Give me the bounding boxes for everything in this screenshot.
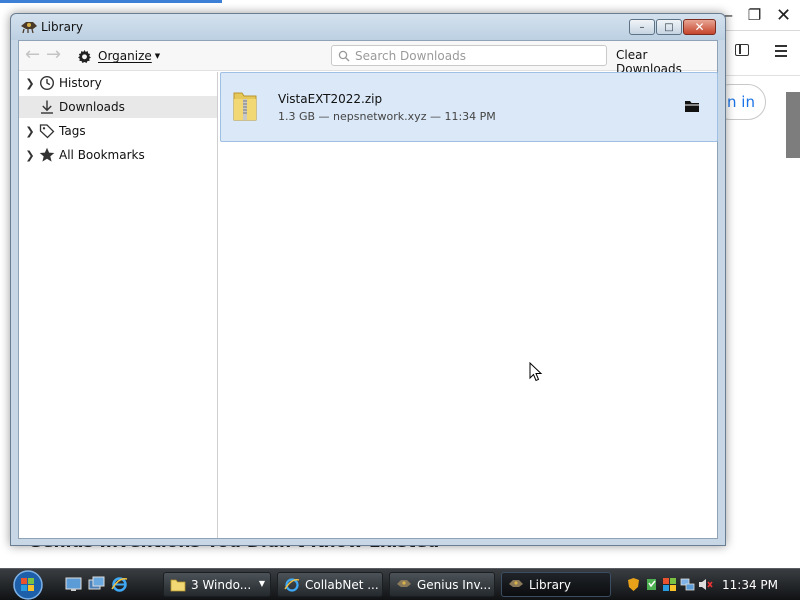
gear-icon — [78, 49, 91, 63]
volume-muted-icon[interactable] — [698, 577, 713, 592]
download-item[interactable]: VistaEXT2022.zip 1.3 GB — nepsnetwork.xy… — [220, 72, 718, 142]
library-title: Library — [41, 20, 83, 34]
library-window: Library – □ ✕ ← → Organize ▼ Search Down… — [10, 13, 726, 546]
system-clock[interactable]: 11:34 PM — [722, 578, 778, 592]
search-box[interactable] — [331, 45, 607, 66]
taskbar-button-label: CollabNet ... — [305, 577, 379, 592]
start-button-icon[interactable] — [6, 570, 50, 600]
safely-remove-hardware-icon[interactable] — [644, 577, 659, 592]
hamburger-menu-icon[interactable] — [775, 45, 787, 60]
expand-chevron-icon[interactable]: ❯ — [23, 125, 37, 138]
taskbar-button-label: Genius Inv... — [417, 577, 492, 592]
background-restore-button[interactable]: ❐ — [741, 3, 768, 27]
ie-icon[interactable] — [111, 576, 128, 593]
maximize-button[interactable]: □ — [656, 19, 682, 35]
library-sidebar: ❯ History Downloads ❯ Tags ❯ All Bookmar… — [19, 72, 218, 538]
mouse-cursor-icon — [529, 362, 543, 382]
search-downloads-input[interactable] — [355, 48, 595, 63]
background-scrollbar-thumb[interactable] — [786, 92, 800, 158]
taskbar-button-library[interactable]: Library — [501, 572, 611, 597]
organize-menu-button[interactable]: Organize ▼ — [77, 46, 160, 66]
sidebar-item-tags[interactable]: ❯ Tags — [19, 120, 217, 142]
search-icon — [338, 50, 350, 61]
tag-icon — [39, 123, 55, 139]
download-arrow-icon — [39, 99, 55, 115]
zip-folder-icon — [233, 92, 257, 121]
download-status: 1.3 GB — nepsnetwork.xyz — 11:34 PM — [278, 110, 496, 123]
caret-down-icon: ▼ — [154, 52, 161, 60]
caret-down-icon: ▼ — [258, 579, 265, 588]
open-folder-icon[interactable] — [684, 99, 700, 113]
close-button[interactable]: ✕ — [683, 19, 716, 35]
sidebar-item-label: History — [59, 76, 102, 90]
taskbar-button-label: 3 Windo... — [191, 577, 252, 592]
background-tab-highlight — [0, 0, 222, 3]
firefox-icon — [509, 579, 523, 587]
sidebar-item-label: Downloads — [59, 100, 125, 114]
folder-icon — [170, 579, 186, 591]
show-desktop-icon[interactable] — [65, 576, 82, 593]
download-filename: VistaEXT2022.zip — [278, 92, 383, 106]
expand-chevron-icon[interactable]: ❯ — [23, 149, 37, 162]
minimize-button[interactable]: – — [629, 19, 655, 35]
firefox-icon — [397, 579, 411, 587]
background-close-button[interactable]: ✕ — [770, 3, 797, 27]
sidebar-item-label: All Bookmarks — [59, 148, 145, 162]
forward-arrow-icon[interactable]: → — [46, 46, 66, 65]
taskbar: 3 Windo... ▼ CollabNet ... Genius Inv...… — [0, 568, 800, 600]
organize-label: Organize — [98, 49, 152, 63]
taskbar-button-windows[interactable]: 3 Windo... ▼ — [163, 572, 271, 597]
library-app-icon — [21, 22, 37, 34]
expand-chevron-icon[interactable]: ❯ — [23, 77, 37, 90]
sidebar-item-all-bookmarks[interactable]: ❯ All Bookmarks — [19, 144, 217, 166]
taskbar-button-collabnet[interactable]: CollabNet ... — [277, 572, 383, 597]
sidebar-toggle-icon[interactable] — [735, 44, 749, 56]
windows-update-icon[interactable] — [662, 577, 677, 592]
library-toolbar: ← → Organize ▼ Clear Downloads — [19, 41, 717, 76]
sidebar-item-label: Tags — [59, 124, 86, 138]
clock-icon — [39, 75, 55, 91]
network-icon[interactable] — [680, 577, 695, 592]
background-header-divider — [726, 75, 800, 76]
system-tray: 11:34 PM — [626, 572, 800, 597]
ie-icon — [284, 577, 300, 592]
library-titlebar[interactable]: Library – □ ✕ — [11, 14, 725, 40]
sidebar-item-history[interactable]: ❯ History — [19, 72, 217, 94]
sidebar-item-downloads[interactable]: Downloads — [19, 96, 217, 118]
background-toolbar-divider — [726, 30, 800, 31]
security-shield-icon[interactable] — [626, 577, 641, 592]
library-client-area: ← → Organize ▼ Clear Downloads — [18, 40, 718, 539]
switch-windows-icon[interactable] — [88, 576, 105, 593]
back-arrow-icon[interactable]: ← — [25, 46, 45, 65]
taskbar-button-label: Library — [529, 577, 571, 592]
star-icon — [39, 147, 55, 163]
taskbar-button-genius[interactable]: Genius Inv... — [389, 572, 495, 597]
downloads-list: VistaEXT2022.zip 1.3 GB — nepsnetwork.xy… — [220, 72, 718, 538]
